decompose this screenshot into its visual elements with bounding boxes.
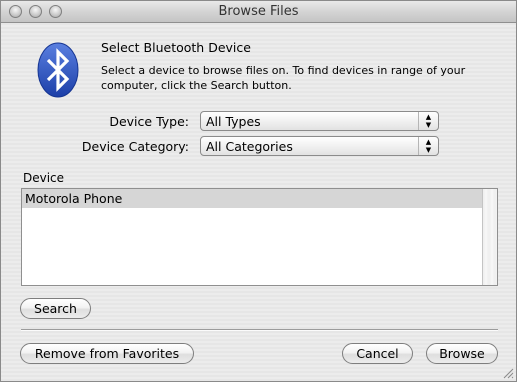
browse-button[interactable]: Browse [426, 343, 498, 364]
remove-from-favorites-button[interactable]: Remove from Favorites [20, 343, 194, 364]
resize-grip-icon[interactable] [502, 367, 514, 379]
title-bar[interactable]: Browse Files [1, 1, 516, 23]
list-item[interactable]: Motorola Phone [22, 189, 482, 208]
device-category-label: Device Category: [81, 139, 189, 154]
window-title: Browse Files [218, 4, 299, 19]
vertical-scrollbar[interactable] [482, 189, 497, 285]
cancel-button[interactable]: Cancel [342, 343, 413, 364]
device-type-popup[interactable]: All Types ▲ ▼ [200, 111, 439, 131]
popup-arrows-icon: ▲ ▼ [418, 137, 438, 155]
dialog-heading: Select Bluetooth Device [101, 40, 251, 55]
device-category-popup[interactable]: All Categories ▲ ▼ [200, 136, 439, 156]
separator [21, 329, 498, 331]
search-button[interactable]: Search [20, 298, 91, 319]
device-type-value: All Types [206, 114, 261, 129]
bluetooth-icon [37, 42, 79, 98]
dialog-description: Select a device to browse files on. To f… [101, 64, 466, 92]
device-type-label: Device Type: [109, 114, 189, 129]
device-category-value: All Categories [206, 139, 293, 154]
device-list[interactable]: Motorola Phone [21, 188, 498, 286]
browse-files-window: Browse Files Select Bluetooth Device Sel… [0, 0, 517, 382]
device-list-header: Device [23, 171, 65, 185]
popup-arrows-icon: ▲ ▼ [418, 112, 438, 130]
